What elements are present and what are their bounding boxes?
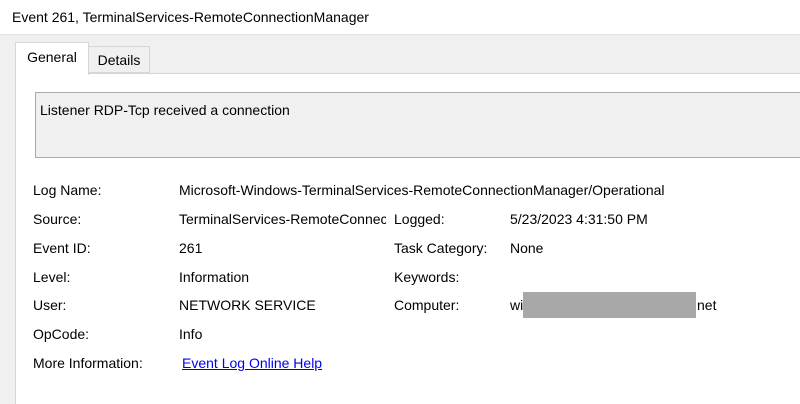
task-category-value: None (510, 240, 544, 256)
keywords-label: Keywords: (394, 269, 460, 285)
log-name-label: Log Name: (33, 182, 102, 198)
user-value: NETWORK SERVICE (179, 297, 316, 313)
window-title: Event 261, TerminalServices-RemoteConnec… (12, 9, 369, 25)
log-name-value: Microsoft-Windows-TerminalServices-Remot… (179, 182, 665, 198)
level-value: Information (179, 269, 250, 285)
tab-general[interactable]: General (15, 42, 89, 75)
computer-label: Computer: (394, 297, 460, 313)
tab-details[interactable]: Details (89, 46, 150, 73)
opcode-value: Info (179, 326, 203, 342)
event-description: Listener RDP-Tcp received a connection (40, 102, 290, 118)
event-description-box[interactable]: Listener RDP-Tcp received a connection (35, 92, 800, 158)
title-bar: Event 261, TerminalServices-RemoteConnec… (0, 0, 800, 35)
logged-label: Logged: (394, 211, 445, 227)
source-value: TerminalServices-RemoteConnectionManager (179, 211, 386, 227)
event-id-value: 261 (179, 240, 203, 256)
computer-value-suffix: net (697, 297, 717, 313)
event-log-online-help-link[interactable]: Event Log Online Help (182, 355, 322, 371)
level-label: Level: (33, 269, 71, 285)
computer-value-prefix: wi (510, 297, 524, 313)
event-id-label: Event ID: (33, 240, 91, 256)
redaction-block (523, 292, 696, 318)
source-label: Source: (33, 211, 82, 227)
logged-value: 5/23/2023 4:31:50 PM (510, 211, 648, 227)
user-label: User: (33, 297, 67, 313)
opcode-label: OpCode: (33, 326, 90, 342)
more-info-label: More Information: (33, 355, 143, 371)
task-category-label: Task Category: (394, 240, 488, 256)
